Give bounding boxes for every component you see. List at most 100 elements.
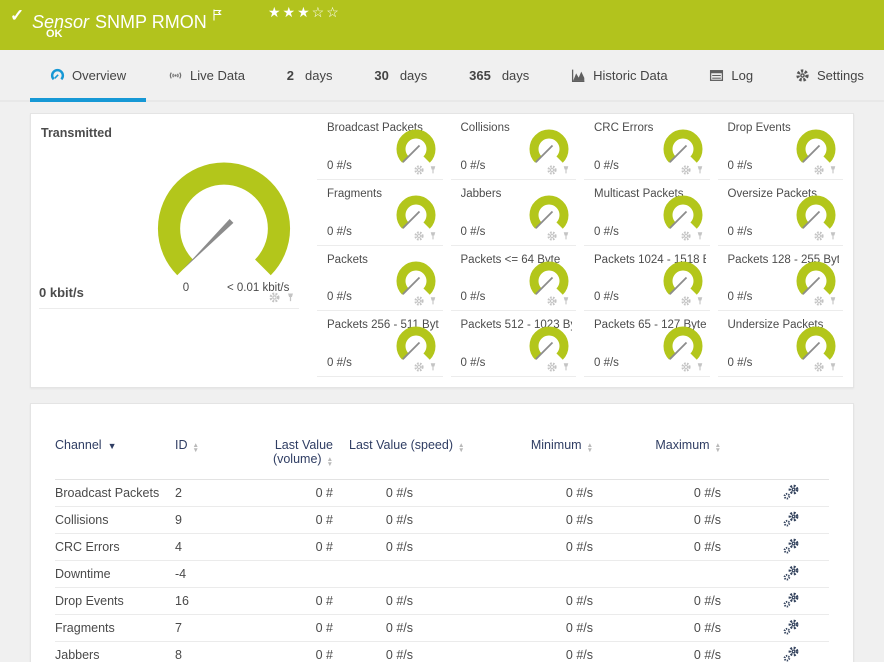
cell-maximum: 0 #/s bbox=[615, 533, 747, 561]
channel-pin-icon[interactable] bbox=[427, 230, 439, 242]
gauge-cell[interactable]: Packets <= 64 Byte 0 #/s bbox=[450, 246, 576, 312]
tab-label: Log bbox=[731, 67, 754, 83]
channel-pin-icon[interactable] bbox=[560, 361, 572, 373]
gauge-cell[interactable]: Packets 0 #/s bbox=[317, 246, 443, 312]
cell-id: 7 bbox=[175, 614, 237, 642]
channel-pin-icon[interactable] bbox=[427, 295, 439, 307]
channel-gear-icon[interactable] bbox=[413, 164, 425, 176]
channel-pin-icon[interactable] bbox=[427, 361, 439, 373]
channel-pin-icon[interactable] bbox=[694, 164, 706, 176]
column-header-id[interactable]: ID ▲ ▼ bbox=[175, 418, 237, 480]
gauge-cell[interactable]: Broadcast Packets 0 #/s bbox=[317, 114, 443, 180]
channel-gear-icon[interactable] bbox=[546, 230, 558, 242]
gauge-value: 0 #/s bbox=[460, 357, 486, 369]
gauge-value: 0 #/s bbox=[594, 291, 619, 304]
column-label: Last Value (speed) bbox=[349, 438, 453, 452]
edit-channel-gears-icon[interactable] bbox=[783, 592, 799, 608]
gauge-cell[interactable]: Drop Events 0 #/s bbox=[717, 114, 843, 180]
column-header-minimum[interactable]: Minimum ▲ ▼ bbox=[469, 418, 615, 480]
channel-gear-icon[interactable] bbox=[813, 230, 825, 242]
edit-channel-gears-icon[interactable] bbox=[783, 646, 799, 662]
channel-pin-icon[interactable] bbox=[827, 361, 839, 373]
channel-gear-icon[interactable] bbox=[813, 164, 825, 176]
channel-gear-icon[interactable] bbox=[680, 361, 692, 373]
divider bbox=[39, 308, 299, 309]
channel-pin-icon[interactable] bbox=[560, 164, 572, 176]
channel-gear-icon[interactable] bbox=[546, 295, 558, 307]
channel-gear-icon[interactable] bbox=[680, 230, 692, 242]
gauge-dial bbox=[157, 162, 291, 276]
gauge-cell[interactable]: Collisions 0 #/s bbox=[450, 114, 576, 180]
table-row[interactable]: Fragments 7 0 # 0 #/s 0 #/s 0 #/s bbox=[55, 614, 829, 642]
channel-pin-icon[interactable] bbox=[284, 291, 297, 304]
gauge-value: 0 #/s bbox=[594, 159, 619, 172]
sort-desc-icon: ▼ bbox=[107, 441, 117, 451]
table-row[interactable]: Downtime -4 bbox=[55, 560, 829, 588]
column-header-maximum[interactable]: Maximum ▲ ▼ bbox=[615, 418, 747, 480]
channel-gear-icon[interactable] bbox=[413, 230, 425, 242]
channel-pin-icon[interactable] bbox=[827, 230, 839, 242]
edit-channel-gears-icon[interactable] bbox=[783, 619, 799, 635]
edit-channel-gears-icon[interactable] bbox=[783, 484, 799, 500]
channel-pin-icon[interactable] bbox=[427, 164, 439, 176]
channel-gear-icon[interactable] bbox=[813, 361, 825, 373]
gauge-cell[interactable]: Oversize Packets 0 #/s bbox=[717, 180, 843, 246]
channel-gear-icon[interactable] bbox=[268, 291, 281, 304]
channel-pin-icon[interactable] bbox=[827, 295, 839, 307]
table-row[interactable]: Jabbers 8 0 # 0 #/s 0 #/s 0 #/s bbox=[55, 641, 829, 662]
cell-last-value-speed: 0 #/s bbox=[349, 533, 469, 561]
tab-2-days[interactable]: 2 days bbox=[267, 50, 353, 100]
channel-pin-icon[interactable] bbox=[694, 361, 706, 373]
tab-365-days[interactable]: 365 days bbox=[449, 50, 549, 100]
edit-channel-gears-icon[interactable] bbox=[783, 511, 799, 527]
table-row[interactable]: Broadcast Packets 2 0 # 0 #/s 0 #/s 0 #/… bbox=[55, 479, 829, 507]
tab-30-days[interactable]: 30 days bbox=[354, 50, 447, 100]
live-data-icon bbox=[169, 71, 182, 79]
gauge-cell[interactable]: Jabbers 0 #/s bbox=[450, 180, 576, 246]
column-header-last-value-volume[interactable]: Last Value (volume) ▲ ▼ bbox=[237, 418, 349, 480]
channel-gear-icon[interactable] bbox=[813, 295, 825, 307]
edit-channel-gears-icon[interactable] bbox=[783, 538, 799, 554]
gauge-cell[interactable]: Fragments 0 #/s bbox=[317, 180, 443, 246]
tab-log[interactable]: Log bbox=[689, 50, 773, 100]
channel-gear-icon[interactable] bbox=[680, 164, 692, 176]
channel-pin-icon[interactable] bbox=[694, 230, 706, 242]
priority-stars[interactable]: ★★★☆☆ bbox=[268, 4, 341, 21]
gauge-cell[interactable]: Multicast Packets 0 #/s bbox=[584, 180, 710, 246]
channel-gear-icon[interactable] bbox=[546, 164, 558, 176]
table-row[interactable]: Drop Events 16 0 # 0 #/s 0 #/s 0 #/s bbox=[55, 587, 829, 615]
tab-settings[interactable]: Settings bbox=[775, 50, 884, 100]
cell-channel: Jabbers bbox=[55, 641, 175, 662]
gauge-value: 0 #/s bbox=[727, 159, 753, 172]
channel-gear-icon[interactable] bbox=[413, 295, 425, 307]
channel-pin-icon[interactable] bbox=[694, 295, 706, 307]
gauge-cell[interactable]: Packets 65 - 127 Bytes 0 #/s bbox=[584, 311, 710, 377]
channel-gear-icon[interactable] bbox=[680, 295, 692, 307]
tab-label: days bbox=[305, 67, 333, 83]
cell-channel: Fragments bbox=[55, 614, 175, 642]
channel-pin-icon[interactable] bbox=[560, 295, 572, 307]
channel-pin-icon[interactable] bbox=[827, 164, 839, 176]
gauge-cell[interactable]: Packets 256 - 511 Bytes 0 #/s bbox=[317, 311, 443, 377]
tab-historic-data[interactable]: Historic Data bbox=[551, 50, 687, 100]
gauge-cell[interactable]: CRC Errors 0 #/s bbox=[584, 114, 710, 180]
table-row[interactable]: CRC Errors 4 0 # 0 #/s 0 #/s 0 #/s bbox=[55, 533, 829, 561]
gauge-scale-min: 0 bbox=[182, 282, 190, 294]
channel-pin-icon[interactable] bbox=[560, 230, 572, 242]
table-row[interactable]: Collisions 9 0 # 0 #/s 0 #/s 0 #/s bbox=[55, 506, 829, 534]
edit-channel-gears-icon[interactable] bbox=[783, 565, 799, 581]
gauge-cell[interactable]: Packets 1024 - 1518 B... 0 #/s bbox=[584, 246, 710, 312]
primary-channel-gauge[interactable]: Transmitted 0 < 0.01 kbit/s 0 kbit/s bbox=[31, 114, 309, 377]
tab-overview[interactable]: Overview bbox=[30, 50, 147, 102]
channel-gear-icon[interactable] bbox=[546, 361, 558, 373]
tab-live-data[interactable]: Live Data bbox=[148, 50, 265, 100]
column-header-channel[interactable]: Channel ▼ bbox=[55, 418, 175, 480]
gauge-cell[interactable]: Undersize Packets 0 #/s bbox=[717, 311, 843, 377]
flag-icon[interactable] bbox=[213, 5, 222, 25]
column-header-last-value-speed[interactable]: Last Value (speed) ▲ ▼ bbox=[349, 418, 469, 480]
ok-check-icon: ✓ bbox=[10, 6, 25, 25]
cell-last-value-volume: 0 # bbox=[237, 479, 349, 507]
gauge-cell[interactable]: Packets 128 - 255 Bytes 0 #/s bbox=[717, 246, 843, 312]
channel-gear-icon[interactable] bbox=[413, 361, 425, 373]
gauge-cell[interactable]: Packets 512 - 1023 Byt... 0 #/s bbox=[450, 311, 576, 377]
